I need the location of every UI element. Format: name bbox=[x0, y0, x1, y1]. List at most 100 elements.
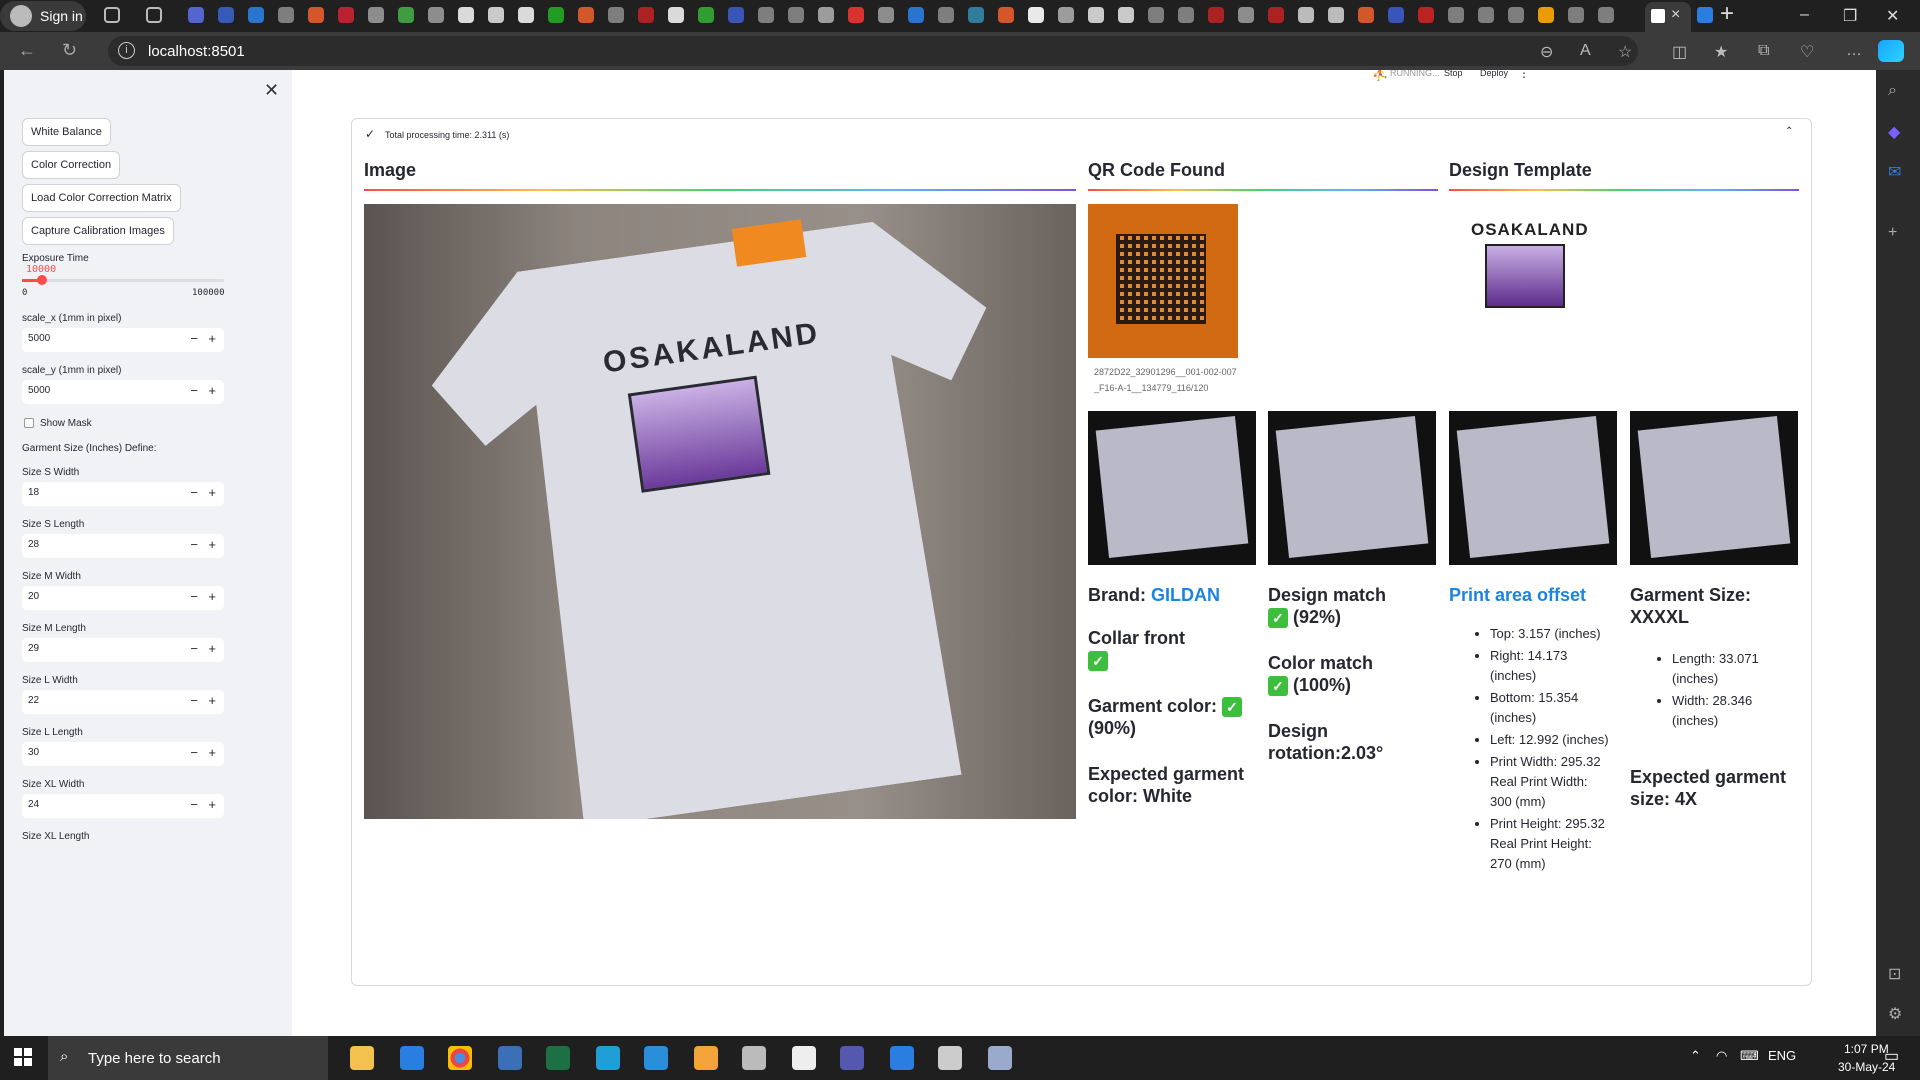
size-l-length-input[interactable]: 30 − + bbox=[22, 742, 224, 766]
size-xl-width-input[interactable]: 24 − + bbox=[22, 794, 224, 818]
decrement-icon[interactable]: − bbox=[190, 485, 198, 500]
tab-favicon[interactable] bbox=[1508, 7, 1524, 23]
screenshot-icon[interactable]: ⊡ bbox=[1888, 964, 1908, 984]
search-placeholder[interactable]: Type here to search bbox=[88, 1050, 221, 1067]
increment-icon[interactable]: + bbox=[208, 745, 216, 760]
tab-favicon[interactable] bbox=[788, 7, 804, 23]
url-text[interactable]: localhost:8501 bbox=[148, 43, 245, 60]
tab-favicon[interactable] bbox=[248, 7, 264, 23]
tab-favicon[interactable] bbox=[698, 7, 714, 23]
notifications-icon[interactable]: ▭ bbox=[1884, 1046, 1899, 1066]
size-s-length-value[interactable]: 28 bbox=[28, 539, 39, 550]
size-m-length-input[interactable]: 29 − + bbox=[22, 638, 224, 662]
active-tab[interactable]: × bbox=[1645, 2, 1691, 32]
increment-icon[interactable]: + bbox=[208, 693, 216, 708]
split-screen-icon[interactable]: ◫ bbox=[1672, 42, 1687, 62]
back-icon[interactable]: ← bbox=[18, 40, 36, 61]
increment-icon[interactable]: + bbox=[208, 641, 216, 656]
exposure-slider-handle[interactable] bbox=[37, 275, 47, 285]
tab-favicon[interactable] bbox=[1448, 7, 1464, 23]
keyboard-icon[interactable]: ⌨ bbox=[1740, 1048, 1759, 1064]
increment-icon[interactable]: + bbox=[208, 589, 216, 604]
outlook-icon[interactable]: ✉ bbox=[1888, 162, 1908, 182]
load-ccm-button[interactable]: Load Color Correction Matrix bbox=[22, 184, 181, 212]
size-xl-width-value[interactable]: 24 bbox=[28, 799, 39, 810]
copilot-sidebar-icon[interactable]: ◆ bbox=[1888, 122, 1908, 142]
tab-favicon[interactable] bbox=[878, 7, 894, 23]
tab-favicon[interactable] bbox=[908, 7, 924, 23]
tab-favicon[interactable] bbox=[728, 7, 744, 23]
size-m-width-value[interactable]: 20 bbox=[28, 591, 39, 602]
deploy-button[interactable]: Deploy bbox=[1480, 70, 1508, 78]
zoom-icon[interactable]: ⊖ bbox=[1540, 42, 1553, 62]
wifi-icon[interactable]: ◠ bbox=[1716, 1048, 1727, 1064]
tab-favicon[interactable] bbox=[1598, 7, 1614, 23]
tab-favicon[interactable] bbox=[218, 7, 234, 23]
tab-favicon[interactable] bbox=[1388, 7, 1404, 23]
tab-favicon[interactable] bbox=[1028, 7, 1044, 23]
ha-icon[interactable] bbox=[694, 1046, 718, 1070]
windows-start-icon[interactable] bbox=[14, 1048, 32, 1066]
tab-favicon[interactable] bbox=[188, 7, 204, 23]
size-s-width-value[interactable]: 18 bbox=[28, 487, 39, 498]
increment-icon[interactable]: + bbox=[208, 331, 216, 346]
tab-favicon[interactable] bbox=[818, 7, 834, 23]
tab-favicon[interactable] bbox=[638, 7, 654, 23]
tab-favicon[interactable] bbox=[1208, 7, 1224, 23]
size-m-length-value[interactable]: 29 bbox=[28, 643, 39, 654]
tab-favicon[interactable] bbox=[998, 7, 1014, 23]
tab-favicon[interactable] bbox=[1088, 7, 1104, 23]
capture-calibration-button[interactable]: Capture Calibration Images bbox=[22, 217, 174, 245]
tab-favicon[interactable] bbox=[1697, 7, 1713, 23]
minimize-icon[interactable]: – bbox=[1800, 6, 1809, 24]
performance-icon[interactable]: ♡ bbox=[1800, 42, 1814, 62]
tab-favicon[interactable] bbox=[608, 7, 624, 23]
tab-favicon[interactable] bbox=[458, 7, 474, 23]
tab-favicon[interactable] bbox=[368, 7, 384, 23]
tab-favicon[interactable] bbox=[848, 7, 864, 23]
tab-favicon[interactable] bbox=[1538, 7, 1554, 23]
tab-favicon[interactable] bbox=[1328, 7, 1344, 23]
tab-favicon[interactable] bbox=[578, 7, 594, 23]
size-s-length-input[interactable]: 28 − + bbox=[22, 534, 224, 558]
decrement-icon[interactable]: − bbox=[190, 693, 198, 708]
app-icon[interactable] bbox=[890, 1046, 914, 1070]
tab-favicon[interactable] bbox=[668, 7, 684, 23]
close-window-icon[interactable]: ✕ bbox=[1886, 6, 1899, 26]
decrement-icon[interactable]: − bbox=[190, 797, 198, 812]
tab-favicon[interactable] bbox=[1298, 7, 1314, 23]
scale-x-value[interactable]: 5000 bbox=[28, 333, 50, 344]
clock-time[interactable]: 1:07 PM bbox=[1844, 1042, 1889, 1056]
tab-favicon[interactable] bbox=[1358, 7, 1374, 23]
size-l-width-input[interactable]: 22 − + bbox=[22, 690, 224, 714]
decrement-icon[interactable]: − bbox=[190, 331, 198, 346]
app-icon[interactable] bbox=[742, 1046, 766, 1070]
tab-favicon[interactable] bbox=[428, 7, 444, 23]
decrement-icon[interactable]: − bbox=[190, 745, 198, 760]
language-indicator[interactable]: ENG bbox=[1768, 1048, 1796, 1063]
size-l-width-value[interactable]: 22 bbox=[28, 695, 39, 706]
chrome-icon[interactable] bbox=[448, 1046, 472, 1070]
tab-favicon[interactable] bbox=[968, 7, 984, 23]
tab-favicon[interactable] bbox=[518, 7, 534, 23]
tab-favicon[interactable] bbox=[1148, 7, 1164, 23]
show-mask-checkbox[interactable] bbox=[24, 418, 34, 428]
decrement-icon[interactable]: − bbox=[190, 641, 198, 656]
tab-favicon[interactable] bbox=[488, 7, 504, 23]
read-aloud-icon[interactable]: A bbox=[1580, 42, 1591, 60]
tab-actions-icon[interactable] bbox=[146, 7, 162, 23]
tab-favicon[interactable] bbox=[338, 7, 354, 23]
show-mask-label[interactable]: Show Mask bbox=[40, 418, 92, 429]
app-icon[interactable] bbox=[938, 1046, 962, 1070]
settings-icon[interactable]: ⚙ bbox=[1888, 1004, 1908, 1024]
tab-favicon[interactable] bbox=[1178, 7, 1194, 23]
workspaces-icon[interactable] bbox=[104, 7, 120, 23]
decrement-icon[interactable]: − bbox=[190, 589, 198, 604]
excel-icon[interactable] bbox=[546, 1046, 570, 1070]
restore-icon[interactable]: ❐ bbox=[1843, 6, 1857, 26]
processing-time[interactable]: Total processing time: 2.311 (s) bbox=[385, 130, 509, 140]
tab-favicon[interactable] bbox=[1058, 7, 1074, 23]
signin-button[interactable]: Sign in bbox=[0, 1, 86, 31]
app-icon[interactable] bbox=[792, 1046, 816, 1070]
favorites-icon[interactable]: ★ bbox=[1714, 42, 1728, 62]
